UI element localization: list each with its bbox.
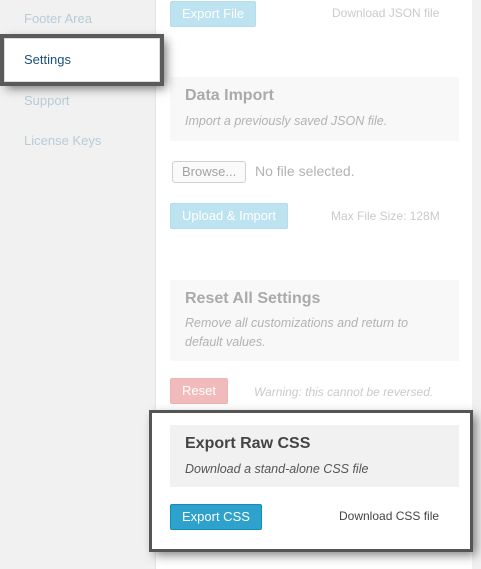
reset-settings-panel: Reset All Settings Remove all customizat…: [170, 280, 459, 361]
export-file-button[interactable]: Export File: [170, 1, 257, 27]
data-import-title: Data Import: [185, 87, 274, 104]
reset-settings-title: Reset All Settings: [185, 290, 321, 307]
reset-warning: Warning: this cannot be reversed.: [254, 385, 434, 399]
sidebar-item-settings[interactable]: Settings: [4, 38, 160, 82]
file-status: No file selected.: [255, 163, 355, 179]
settings-sidebar: Footer Area Support License Keys: [0, 0, 155, 569]
reset-button[interactable]: Reset: [170, 378, 228, 404]
data-import-description: Import a previously saved JSON file.: [185, 114, 388, 128]
export-css-description: Download a stand-alone CSS file: [185, 462, 369, 476]
sidebar-item-footer-area[interactable]: Footer Area: [24, 11, 92, 26]
reset-settings-description-line2: default values.: [185, 335, 266, 349]
export-css-section: Export Raw CSS Download a stand-alone CS…: [152, 413, 470, 549]
right-gutter: [472, 0, 481, 569]
sidebar-item-support[interactable]: Support: [24, 93, 70, 108]
export-css-button[interactable]: Export CSS: [170, 504, 262, 530]
sidebar-item-settings-label: Settings: [24, 52, 71, 67]
browse-button[interactable]: Browse...: [172, 161, 247, 183]
reset-settings-description-line1: Remove all customizations and return to: [185, 316, 409, 330]
export-css-panel: Export Raw CSS Download a stand-alone CS…: [170, 425, 459, 487]
max-file-size-note: Max File Size: 128M: [331, 209, 440, 223]
data-import-panel: Data Import Import a previously saved JS…: [170, 77, 459, 141]
export-file-note: Download JSON file: [332, 6, 440, 20]
sidebar-item-license-keys[interactable]: License Keys: [24, 133, 101, 148]
export-css-title: Export Raw CSS: [185, 435, 311, 452]
export-css-note: Download CSS file: [339, 509, 440, 523]
upload-import-button[interactable]: Upload & Import: [170, 203, 288, 229]
